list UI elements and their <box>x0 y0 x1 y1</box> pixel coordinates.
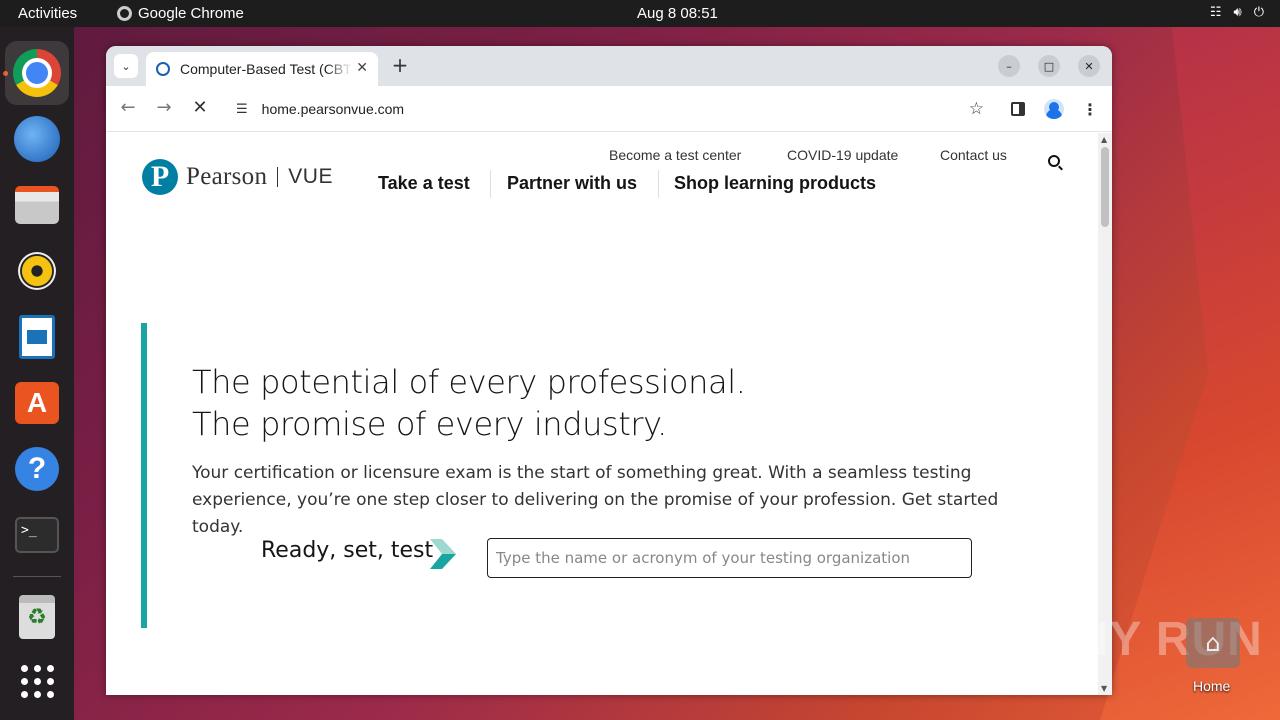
help-icon: ? <box>15 447 59 491</box>
minimize-icon: – <box>1006 59 1012 73</box>
url-text: home.pearsonvue.com <box>261 101 405 117</box>
side-panel-icon <box>1011 102 1025 116</box>
volume-icon: 🔊︎ <box>1233 5 1242 20</box>
logo-vue-text: VUE <box>288 165 333 188</box>
arrow-left-icon: ← <box>120 97 136 118</box>
activities-button[interactable]: Activities <box>18 5 77 22</box>
hero-headline-line1: The potential of every professional. <box>192 363 746 401</box>
close-icon: ✕ <box>1084 59 1094 73</box>
trash-icon: ♻ <box>19 595 55 639</box>
pearson-p-icon: P <box>142 159 178 195</box>
home-folder-label: Home <box>1193 678 1231 694</box>
ready-set-test-label: Ready, set, test <box>261 538 434 563</box>
top-bar: Activities Google Chrome Aug 8 08:51 ☷ 🔊… <box>0 0 1280 27</box>
nav-shop-learning-products[interactable]: Shop learning products <box>674 173 876 194</box>
profile-icon <box>1044 99 1064 119</box>
app-grid-icon <box>20 664 54 698</box>
dock-show-apps[interactable] <box>13 657 61 705</box>
network-icon: ☷ <box>1209 5 1222 20</box>
tab-strip: ⌄ Computer-Based Test (CBT) ✕ + – □ ✕ <box>106 46 1112 86</box>
home-folder-icon[interactable]: ⌂ <box>1186 618 1240 668</box>
dock-terminal[interactable]: >_ <box>13 511 61 559</box>
arrow-right-icon: → <box>156 97 172 118</box>
nav-partner-with-us[interactable]: Partner with us <box>507 173 637 194</box>
maximize-button[interactable]: □ <box>1038 55 1060 77</box>
dock-rhythmbox[interactable] <box>13 247 61 295</box>
kebab-menu-icon: ⋮ <box>1082 99 1098 119</box>
power-icon: ⏻ <box>1253 5 1264 20</box>
hero-accent-bar <box>141 323 147 628</box>
pearson-favicon-icon <box>156 62 170 76</box>
site-info-icon[interactable]: ☰ <box>236 102 248 117</box>
system-tray[interactable]: ☷ 🔊︎ ⏻ <box>1210 5 1264 20</box>
new-tab-button[interactable]: + <box>388 54 412 78</box>
app-menu[interactable]: Google Chrome <box>117 5 244 22</box>
browser-tab[interactable]: Computer-Based Test (CBT) ✕ <box>146 52 378 86</box>
profile-button[interactable] <box>1043 98 1065 120</box>
scrollbar-thumb[interactable] <box>1101 147 1109 227</box>
clock[interactable]: Aug 8 08:51 <box>637 5 718 22</box>
become-test-center-link[interactable]: Become a test center <box>609 147 741 163</box>
dock-chrome[interactable] <box>5 41 69 105</box>
rhythmbox-icon <box>18 252 56 290</box>
dock-writer[interactable] <box>13 313 61 361</box>
web-page: P Pearson VUE Become a test center COVID… <box>106 133 1098 695</box>
browser-window: ⌄ Computer-Based Test (CBT) ✕ + – □ ✕ ← … <box>106 46 1112 695</box>
hero-description: Your certification or licensure exam is … <box>192 463 999 537</box>
testing-organization-search-input[interactable] <box>487 538 972 578</box>
address-bar[interactable]: ☰ home.pearsonvue.com ☆ <box>224 91 994 127</box>
logo-divider <box>277 167 279 187</box>
chrome-icon <box>13 49 61 97</box>
dock-trash[interactable]: ♻ <box>13 593 61 641</box>
chrome-small-icon <box>117 6 132 21</box>
nav-take-a-test[interactable]: Take a test <box>378 173 470 194</box>
chevron-down-icon: ⌄ <box>121 59 131 73</box>
pearson-vue-logo[interactable]: P Pearson VUE <box>142 159 333 195</box>
logo-pearson-text: Pearson <box>186 163 268 190</box>
scroll-down-icon[interactable]: ▼ <box>1101 684 1107 693</box>
dock-software[interactable]: A <box>13 379 61 427</box>
forward-button[interactable]: → <box>152 97 176 121</box>
dock: A ? >_ ♻ <box>0 27 74 720</box>
stop-icon: ✕ <box>192 97 208 118</box>
app-menu-label: Google Chrome <box>138 5 244 22</box>
tab-search-button[interactable]: ⌄ <box>114 54 138 78</box>
scroll-up-icon[interactable]: ▲ <box>1101 135 1107 144</box>
side-panel-button[interactable] <box>1007 98 1029 120</box>
chevron-right-icon <box>430 539 456 569</box>
dock-thunderbird[interactable] <box>13 115 61 163</box>
back-button[interactable]: ← <box>116 97 140 121</box>
stop-button[interactable]: ✕ <box>188 97 212 121</box>
thunderbird-icon <box>14 116 60 162</box>
close-window-button[interactable]: ✕ <box>1078 55 1100 77</box>
dock-files[interactable] <box>13 181 61 229</box>
hero-headline-line2: The promise of every industry. <box>192 405 667 443</box>
nav-divider <box>490 170 491 198</box>
contact-us-link[interactable]: Contact us <box>940 147 1007 163</box>
terminal-icon: >_ <box>15 517 59 553</box>
menu-button[interactable]: ⋮ <box>1079 98 1101 120</box>
writer-icon <box>19 315 55 359</box>
dock-separator <box>13 576 61 577</box>
page-scrollbar[interactable]: ▲ ▼ <box>1098 133 1112 695</box>
tab-title: Computer-Based Test (CBT) <box>180 61 352 77</box>
covid-update-link[interactable]: COVID-19 update <box>787 147 898 163</box>
files-icon <box>15 186 59 224</box>
bookmark-star-icon[interactable]: ☆ <box>969 99 984 119</box>
minimize-button[interactable]: – <box>998 55 1020 77</box>
nav-divider <box>658 170 659 198</box>
maximize-icon: □ <box>1043 59 1055 73</box>
software-store-icon: A <box>15 382 59 424</box>
close-tab-icon[interactable]: ✕ <box>356 60 368 76</box>
search-icon[interactable] <box>1048 155 1060 167</box>
browser-toolbar: ← → ✕ ☰ home.pearsonvue.com ☆ ⋮ <box>106 86 1112 132</box>
dock-help[interactable]: ? <box>13 445 61 493</box>
